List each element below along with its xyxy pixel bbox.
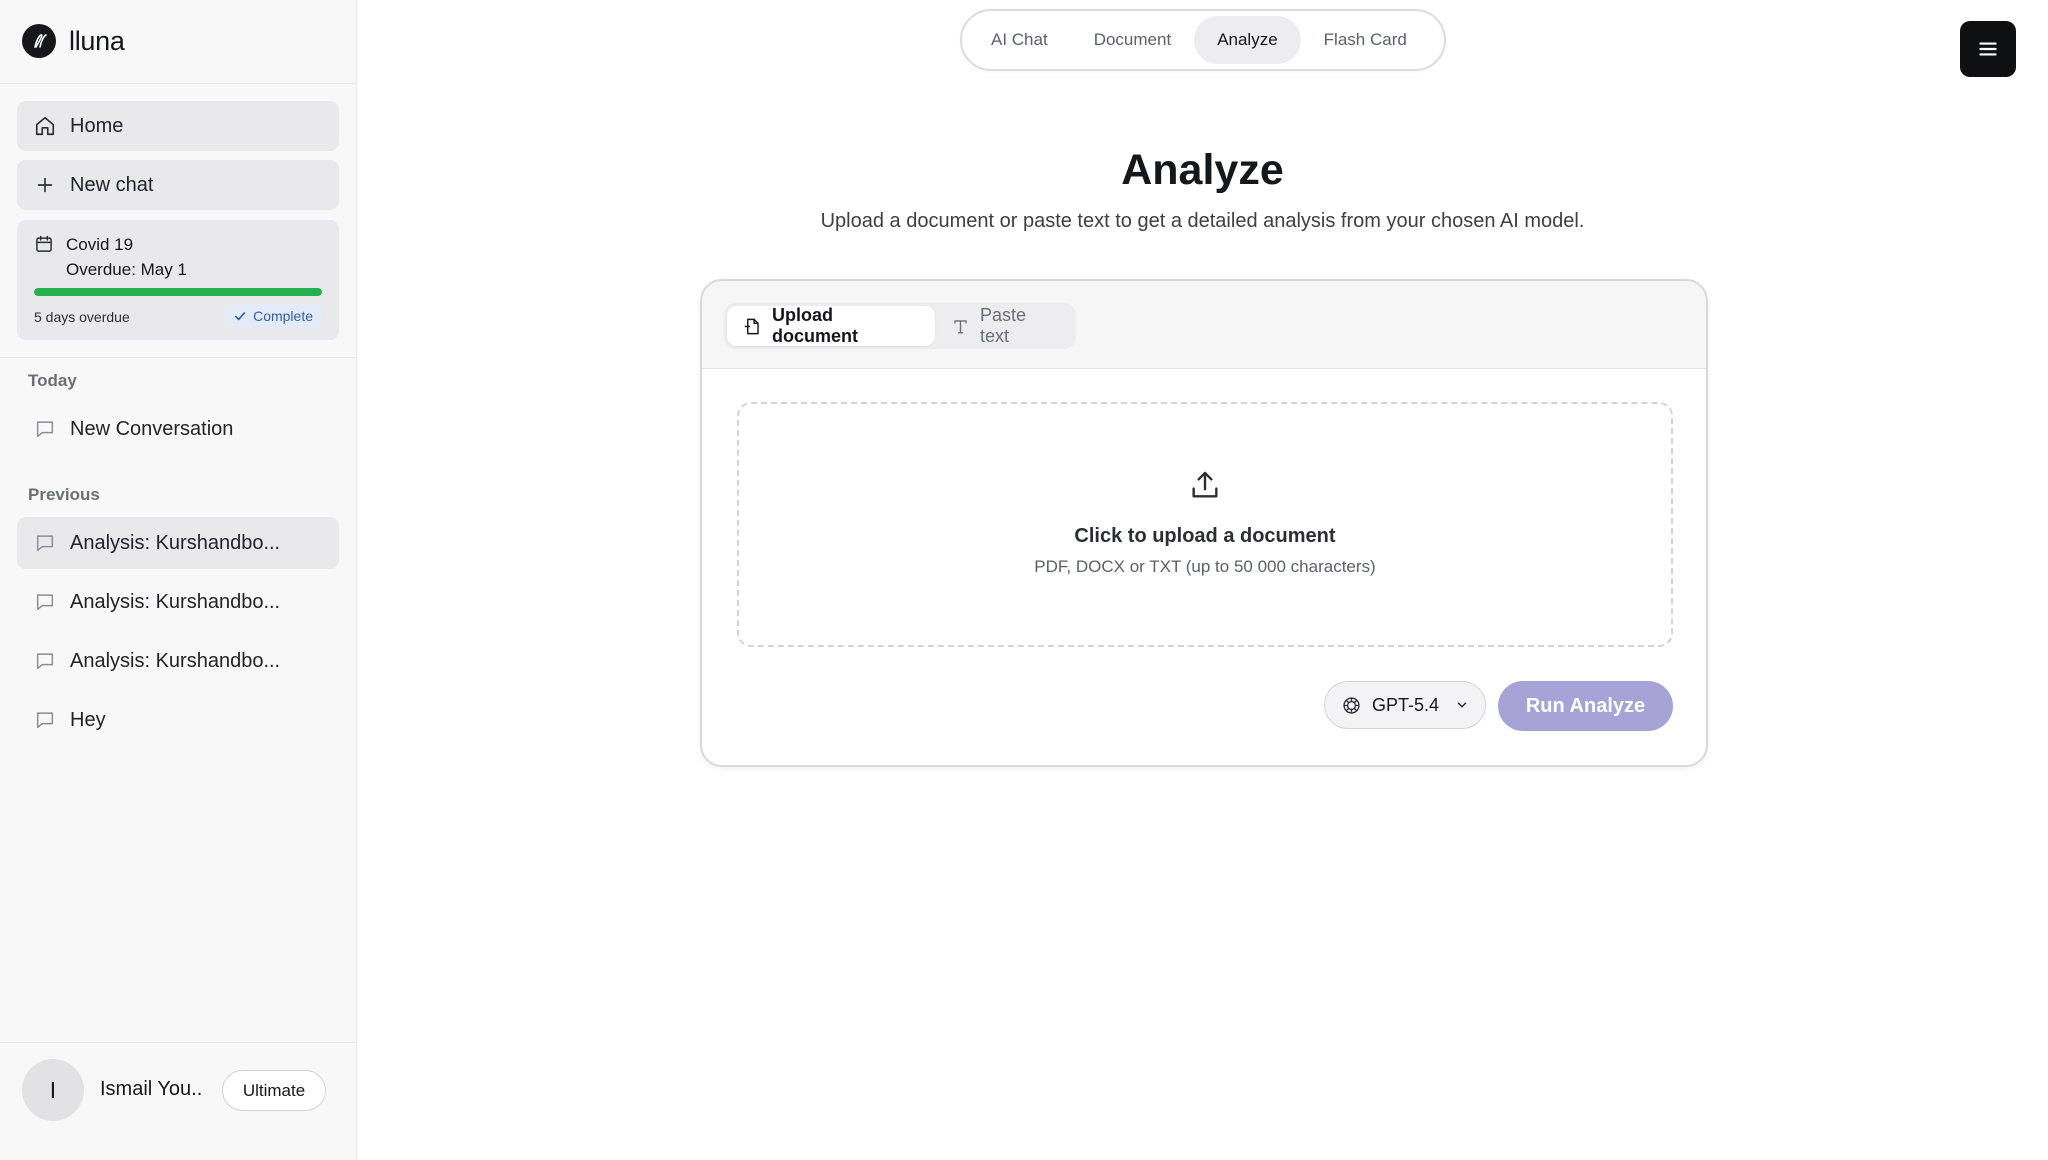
conversation-item[interactable]: Hey xyxy=(17,694,339,746)
new-chat-button[interactable]: New chat xyxy=(17,160,339,210)
conversation-item[interactable]: Analysis: Kurshandbo... xyxy=(17,517,339,569)
plus-icon xyxy=(34,174,56,196)
conversation-label: New Conversation xyxy=(70,417,234,440)
conversation-item[interactable]: New Conversation xyxy=(17,403,339,455)
document-icon xyxy=(743,317,762,336)
task-card[interactable]: Covid 19 Overdue: May 1 5 days overdue C… xyxy=(17,220,339,340)
new-chat-label: New chat xyxy=(70,173,154,196)
complete-button[interactable]: Complete xyxy=(224,304,322,328)
tab-analyze[interactable]: Analyze xyxy=(1194,16,1301,64)
conversation-label: Analysis: Kurshandbo... xyxy=(70,531,281,554)
conversation-label: Hey xyxy=(70,708,106,731)
task-status: 5 days overdue xyxy=(34,309,130,325)
model-select[interactable]: GPT-5.4 xyxy=(1324,681,1486,729)
plan-badge[interactable]: Ultimate xyxy=(222,1070,326,1111)
conversation-item[interactable]: Analysis: Kurshandbo... xyxy=(17,635,339,687)
brand-logo-icon xyxy=(22,24,56,58)
tab-upload-document-label: Upload document xyxy=(772,305,859,346)
divider xyxy=(0,83,356,84)
task-due-date: Overdue: May 1 xyxy=(66,260,187,279)
task-progress-fill xyxy=(34,288,322,296)
tab-paste-text[interactable]: Paste text xyxy=(935,305,1073,346)
tab-upload-document[interactable]: Upload document xyxy=(727,305,935,346)
chat-bubble-icon xyxy=(34,650,56,672)
conversation-item[interactable]: Analysis: Kurshandbo... xyxy=(17,576,339,628)
user-name[interactable]: Ismail You.. xyxy=(100,1078,202,1101)
chat-bubble-icon xyxy=(34,709,56,731)
analyze-card: Upload document Paste text Click to uplo… xyxy=(700,279,1708,767)
tab-paste-text-label: Paste text xyxy=(979,305,1027,346)
chevron-down-icon xyxy=(1455,698,1469,712)
home-icon xyxy=(34,115,56,137)
dropzone-title: Click to upload a document xyxy=(1074,525,1336,547)
section-label-previous: Previous xyxy=(28,485,100,504)
text-icon xyxy=(951,317,970,336)
brand-name: lluna xyxy=(69,25,125,56)
top-tab-bar: AI Chat Document Analyze Flash Card xyxy=(960,9,1446,71)
run-analyze-button[interactable]: Run Analyze xyxy=(1498,681,1673,731)
model-select-value: GPT-5.4 xyxy=(1372,694,1440,715)
openai-logo-icon xyxy=(1341,695,1362,716)
page-title: Analyze xyxy=(1121,146,1284,194)
card-header: Upload document Paste text xyxy=(702,281,1706,369)
tab-document[interactable]: Document xyxy=(1071,16,1194,64)
section-label-today: Today xyxy=(28,371,77,390)
page-subtitle: Upload a document or paste text to get a… xyxy=(820,210,1585,232)
home-label: Home xyxy=(70,114,124,137)
divider xyxy=(0,357,356,358)
task-title: Covid 19 xyxy=(66,235,134,254)
upload-icon xyxy=(1188,468,1222,502)
chat-bubble-icon xyxy=(34,418,56,440)
tab-flash-card[interactable]: Flash Card xyxy=(1301,16,1430,64)
home-button[interactable]: Home xyxy=(17,101,339,151)
conversation-label: Analysis: Kurshandbo... xyxy=(70,590,281,613)
menu-button[interactable] xyxy=(1960,21,2016,77)
task-header: Covid 19 Overdue: May 1 xyxy=(34,232,187,282)
complete-label: Complete xyxy=(253,308,313,324)
tab-ai-chat[interactable]: AI Chat xyxy=(968,16,1071,64)
task-text: Covid 19 Overdue: May 1 xyxy=(66,232,187,282)
conversation-label: Analysis: Kurshandbo... xyxy=(70,649,281,672)
input-mode-tabs: Upload document Paste text xyxy=(724,303,1076,349)
check-icon xyxy=(233,309,247,323)
task-progress-bar xyxy=(34,288,322,296)
upload-dropzone[interactable]: Click to upload a document PDF, DOCX or … xyxy=(737,402,1673,647)
brand[interactable]: lluna xyxy=(22,24,125,58)
chat-bubble-icon xyxy=(34,591,56,613)
hamburger-menu-icon xyxy=(1975,36,2001,62)
sidebar: lluna Home New chat Covid 19 Overdue: Ma… xyxy=(0,0,357,1160)
avatar[interactable]: I xyxy=(22,1059,84,1121)
chat-bubble-icon xyxy=(34,532,56,554)
calendar-icon xyxy=(34,234,54,254)
dropzone-hint: PDF, DOCX or TXT (up to 50 000 character… xyxy=(1034,557,1376,576)
divider xyxy=(0,1042,356,1043)
